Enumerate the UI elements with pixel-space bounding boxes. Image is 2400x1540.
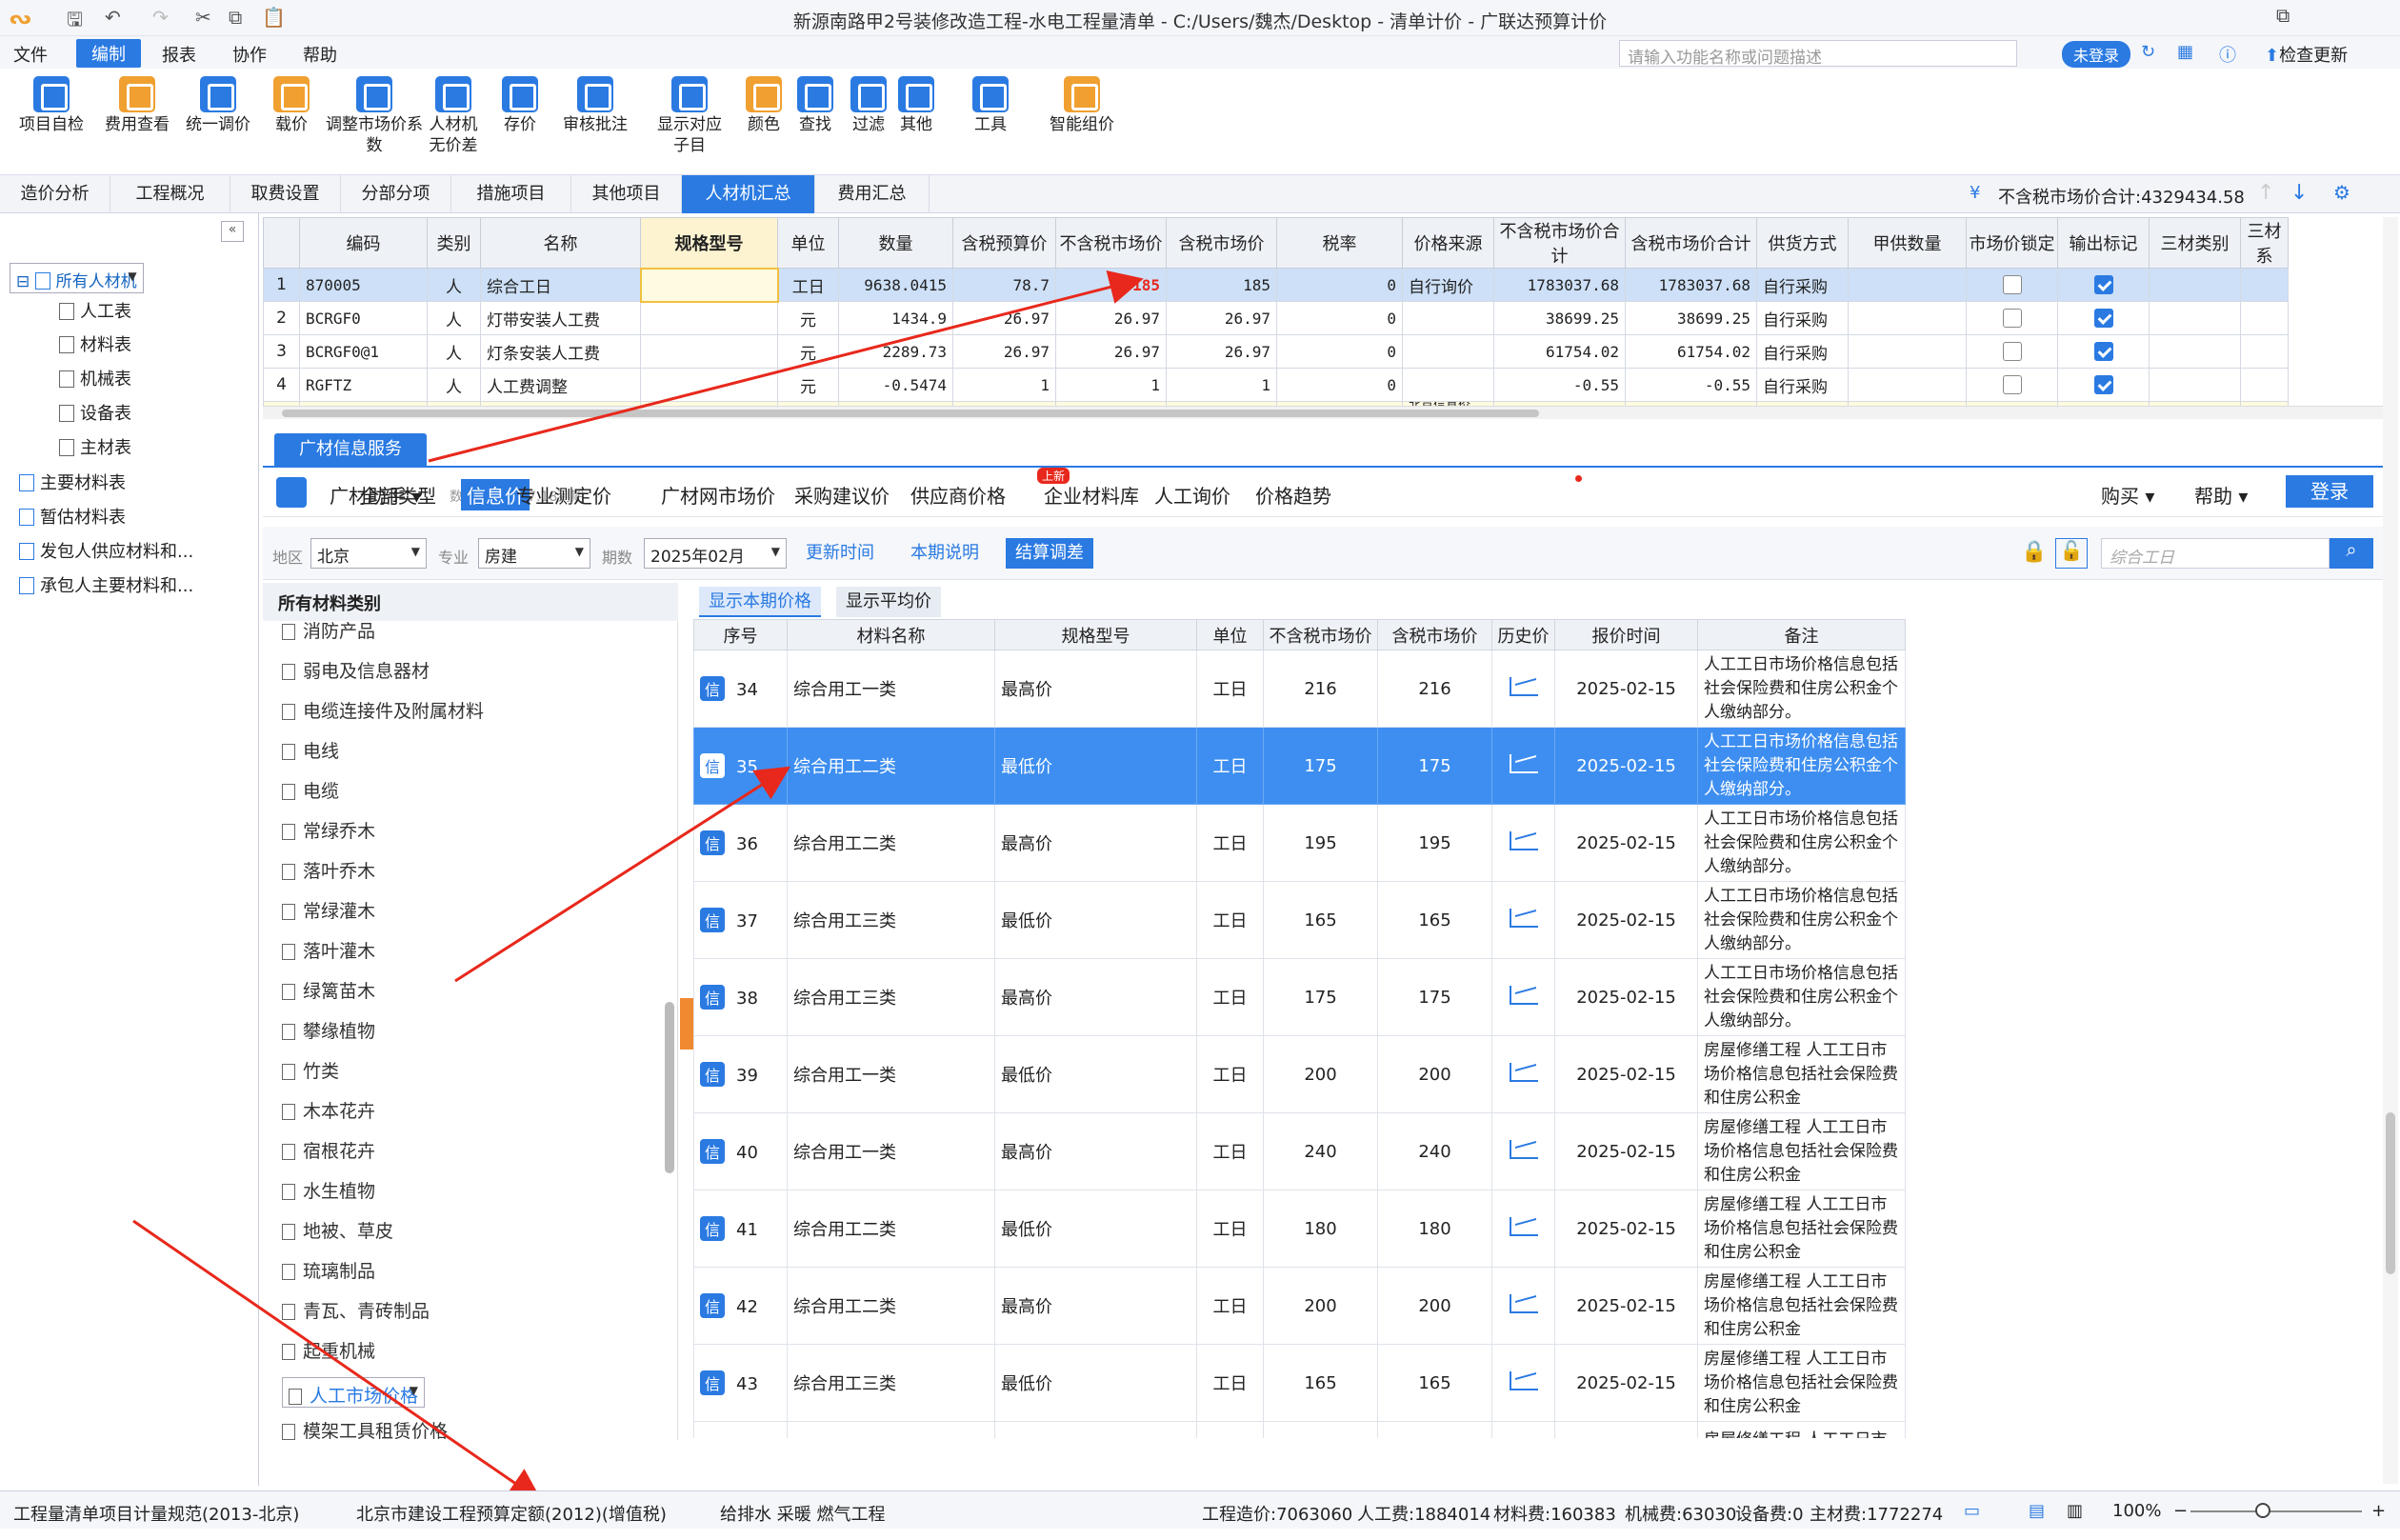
status-main-material: 主材费:1772274 [1810, 1505, 1944, 1525]
zoom-slider-handle[interactable] [2255, 1503, 2270, 1518]
status-spec[interactable]: 工程量清单项目计量规范(2013-北京) [13, 1501, 299, 1526]
zoom-level: 100% [2112, 1501, 2162, 1521]
status-discipline[interactable]: 给排水 采暖 燃气工程 [720, 1501, 885, 1526]
status-equipment: 设备费:0 [1735, 1505, 1804, 1525]
status-labor: 人工费:1884014 [1357, 1505, 1491, 1525]
zoom-in-icon[interactable]: + [2371, 1501, 2386, 1521]
arrow-to-quota-standard [132, 1219, 543, 1503]
zoom-slider[interactable] [2190, 1510, 2362, 1512]
status-quota[interactable]: 北京市建设工程预算定额(2012)(增值税) [356, 1501, 667, 1526]
zoom-out-icon[interactable]: − [2173, 1501, 2188, 1521]
arrow-to-market-price [428, 270, 1144, 463]
status-bar: 工程量清单项目计量规范(2013-北京) 北京市建设工程预算定额(2012)(增… [0, 1490, 2400, 1529]
layout-icon[interactable]: ▤ [2029, 1501, 2045, 1521]
arrow-to-selected-row [454, 766, 791, 983]
split-icon[interactable]: ▥ [2067, 1501, 2083, 1521]
status-total-cost: 工程造价:7063060 [1202, 1505, 1353, 1525]
view-mode-icon[interactable]: ▭ [1964, 1501, 1980, 1521]
annotation-arrows [132, 270, 1144, 1503]
status-material: 材料费:160383 [1493, 1505, 1616, 1525]
status-machine: 机械费:63030 [1625, 1505, 1737, 1525]
